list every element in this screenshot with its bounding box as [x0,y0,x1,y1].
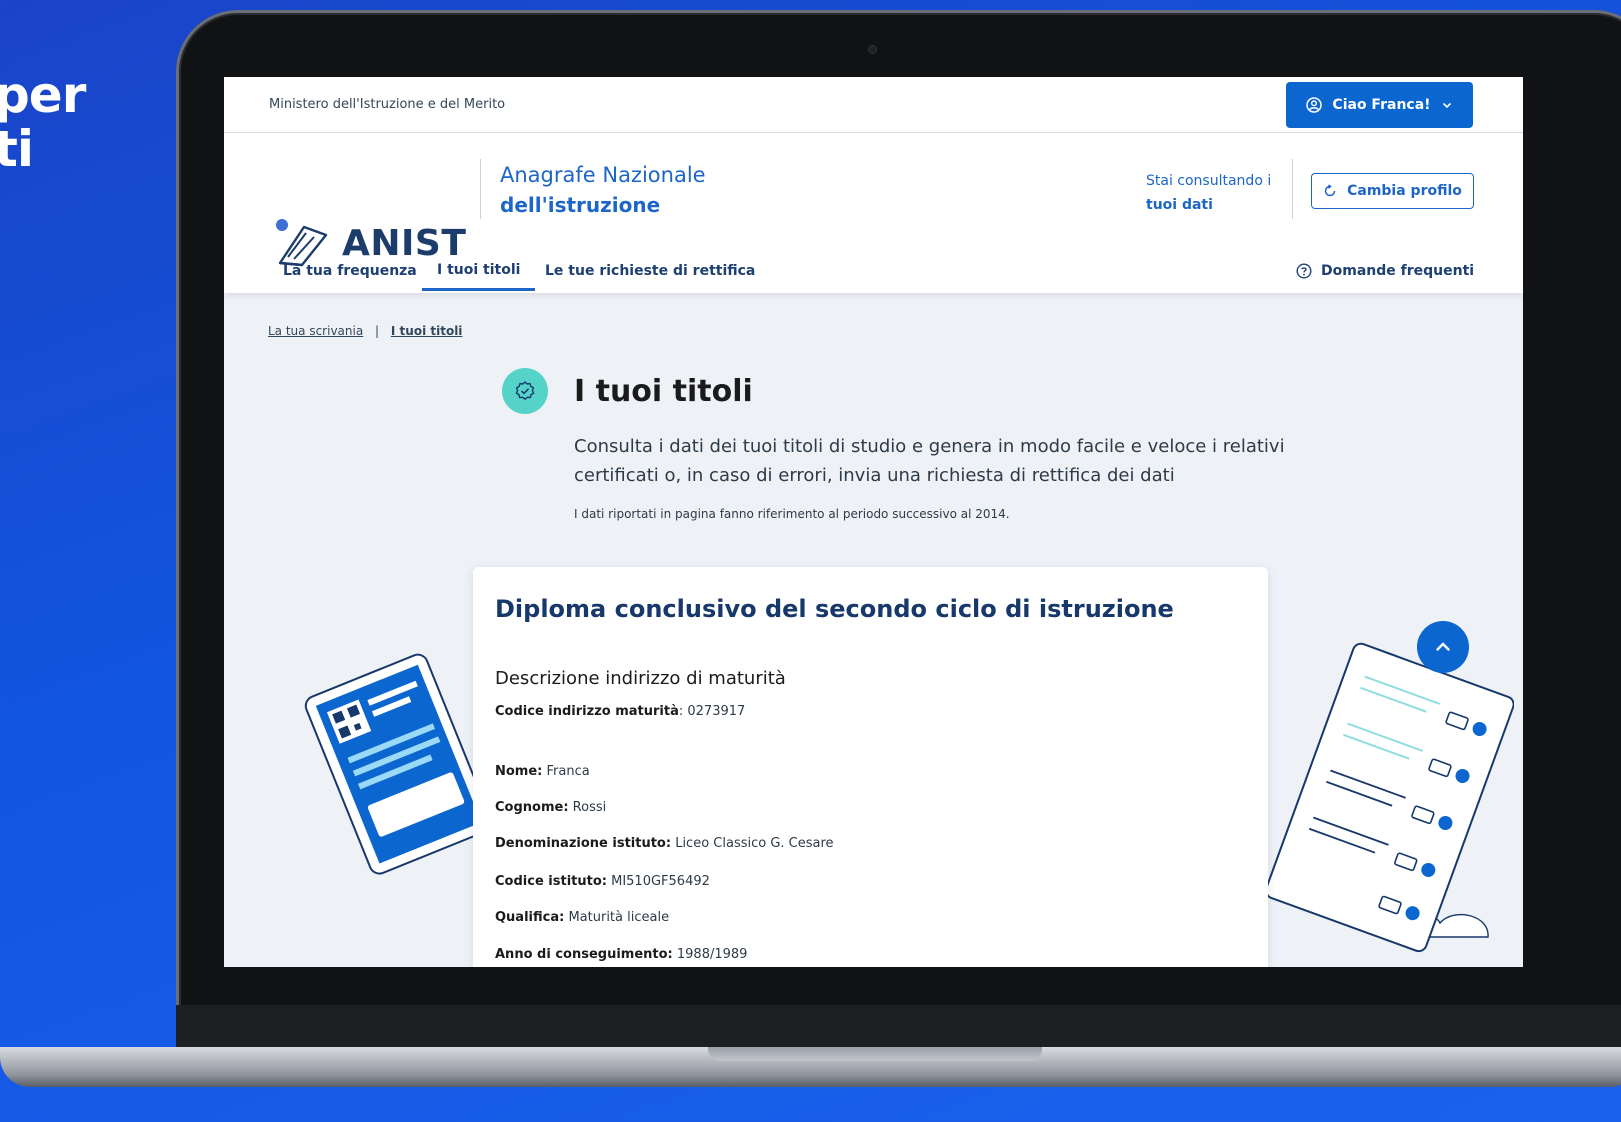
page-title: I tuoi titoli [574,374,753,409]
verified-badge-icon [515,381,535,400]
change-profile-button[interactable]: Cambia profilo [1311,173,1474,209]
user-circle-icon [1306,96,1323,113]
breadcrumb-current: I tuoi titoli [390,324,463,338]
profile-info-line2: tuoi dati [1146,197,1213,213]
faq-label: Domande frequenti [1321,263,1475,279]
field-codice-indirizzo: Codice indirizzo maturità: 0273917 [495,704,746,719]
background-headline: per ti [0,66,86,178]
site-title-line2: dell'istruzione [500,193,661,217]
field-nome: Nome: Franca [495,764,590,779]
chevron-down-icon [1442,102,1451,108]
main-nav: La tua frequenza I tuoi titoli Le tue ri… [224,251,1523,291]
site-title-line1: Anagrafe Nazionale [500,163,706,187]
profile-divider [1292,159,1293,219]
top-bar: Ministero dell'Istruzione e del Merito C… [224,77,1523,133]
help-circle-icon [1296,263,1312,279]
document-illustration [1265,642,1514,953]
breadcrumb: La tua scrivania | I tuoi titoli [268,324,462,338]
laptop-camera [868,45,877,54]
page-description: Consulta i dati dei tuoi titoli di studi… [574,436,1285,486]
field-codice-istituto: Codice istituto: MI510GF56492 [495,874,710,889]
background-headline-line2: ti [0,120,34,178]
title-card: Diploma conclusivo del secondo ciclo di … [473,567,1268,967]
field-qualifica: Qualifica: Maturità liceale [495,910,670,925]
site-title: Anagrafe Nazionale dell'istruzione [500,163,706,217]
field-denominazione-istituto: Denominazione istituto: Liceo Classico G… [495,836,834,851]
page-icon [502,368,548,414]
tab-i-tuoi-titoli[interactable]: I tuoi titoli [422,251,536,291]
site-header: ANIST Anagrafe Nazionale dell'istruzione… [224,133,1523,293]
logo-divider [480,159,481,219]
refresh-icon [1324,184,1336,197]
screen: Ministero dell'Istruzione e del Merito C… [224,77,1523,967]
faq-link[interactable]: Domande frequenti [1296,251,1474,291]
tablet-illustration [304,653,484,875]
field-anno-conseguimento: Anno di conseguimento: 1988/1989 [495,947,748,962]
user-greeting: Ciao Franca! [1332,96,1431,113]
profile-info-line1: Stai consultando i [1146,173,1272,189]
ministry-link[interactable]: Ministero dell'Istruzione e del Merito [269,97,505,112]
card-title: Diploma conclusivo del secondo ciclo di … [495,595,1174,623]
arrow-up-icon [1436,642,1450,651]
field-cognome: Cognome: Rossi [495,800,607,815]
profile-info: Stai consultando i tuoi dati [1146,169,1271,217]
tab-la-tua-frequenza[interactable]: La tua frequenza [283,251,417,291]
change-profile-label: Cambia profilo [1347,183,1462,199]
background-headline-line1: per [0,66,86,124]
laptop-notch [708,1047,1042,1061]
user-menu-button[interactable]: Ciao Franca! [1286,81,1473,128]
breadcrumb-separator: | [375,324,380,338]
tab-richieste-rettifica[interactable]: Le tue richieste di rettifica [545,251,755,291]
back-to-top-button[interactable] [1417,621,1469,673]
breadcrumb-home[interactable]: La tua scrivania [268,324,363,338]
page-note: I dati riportati in pagina fanno riferim… [574,507,1010,521]
card-subtitle: Descrizione indirizzo di maturità [495,668,786,689]
laptop-bottom-bezel [176,1005,1621,1047]
